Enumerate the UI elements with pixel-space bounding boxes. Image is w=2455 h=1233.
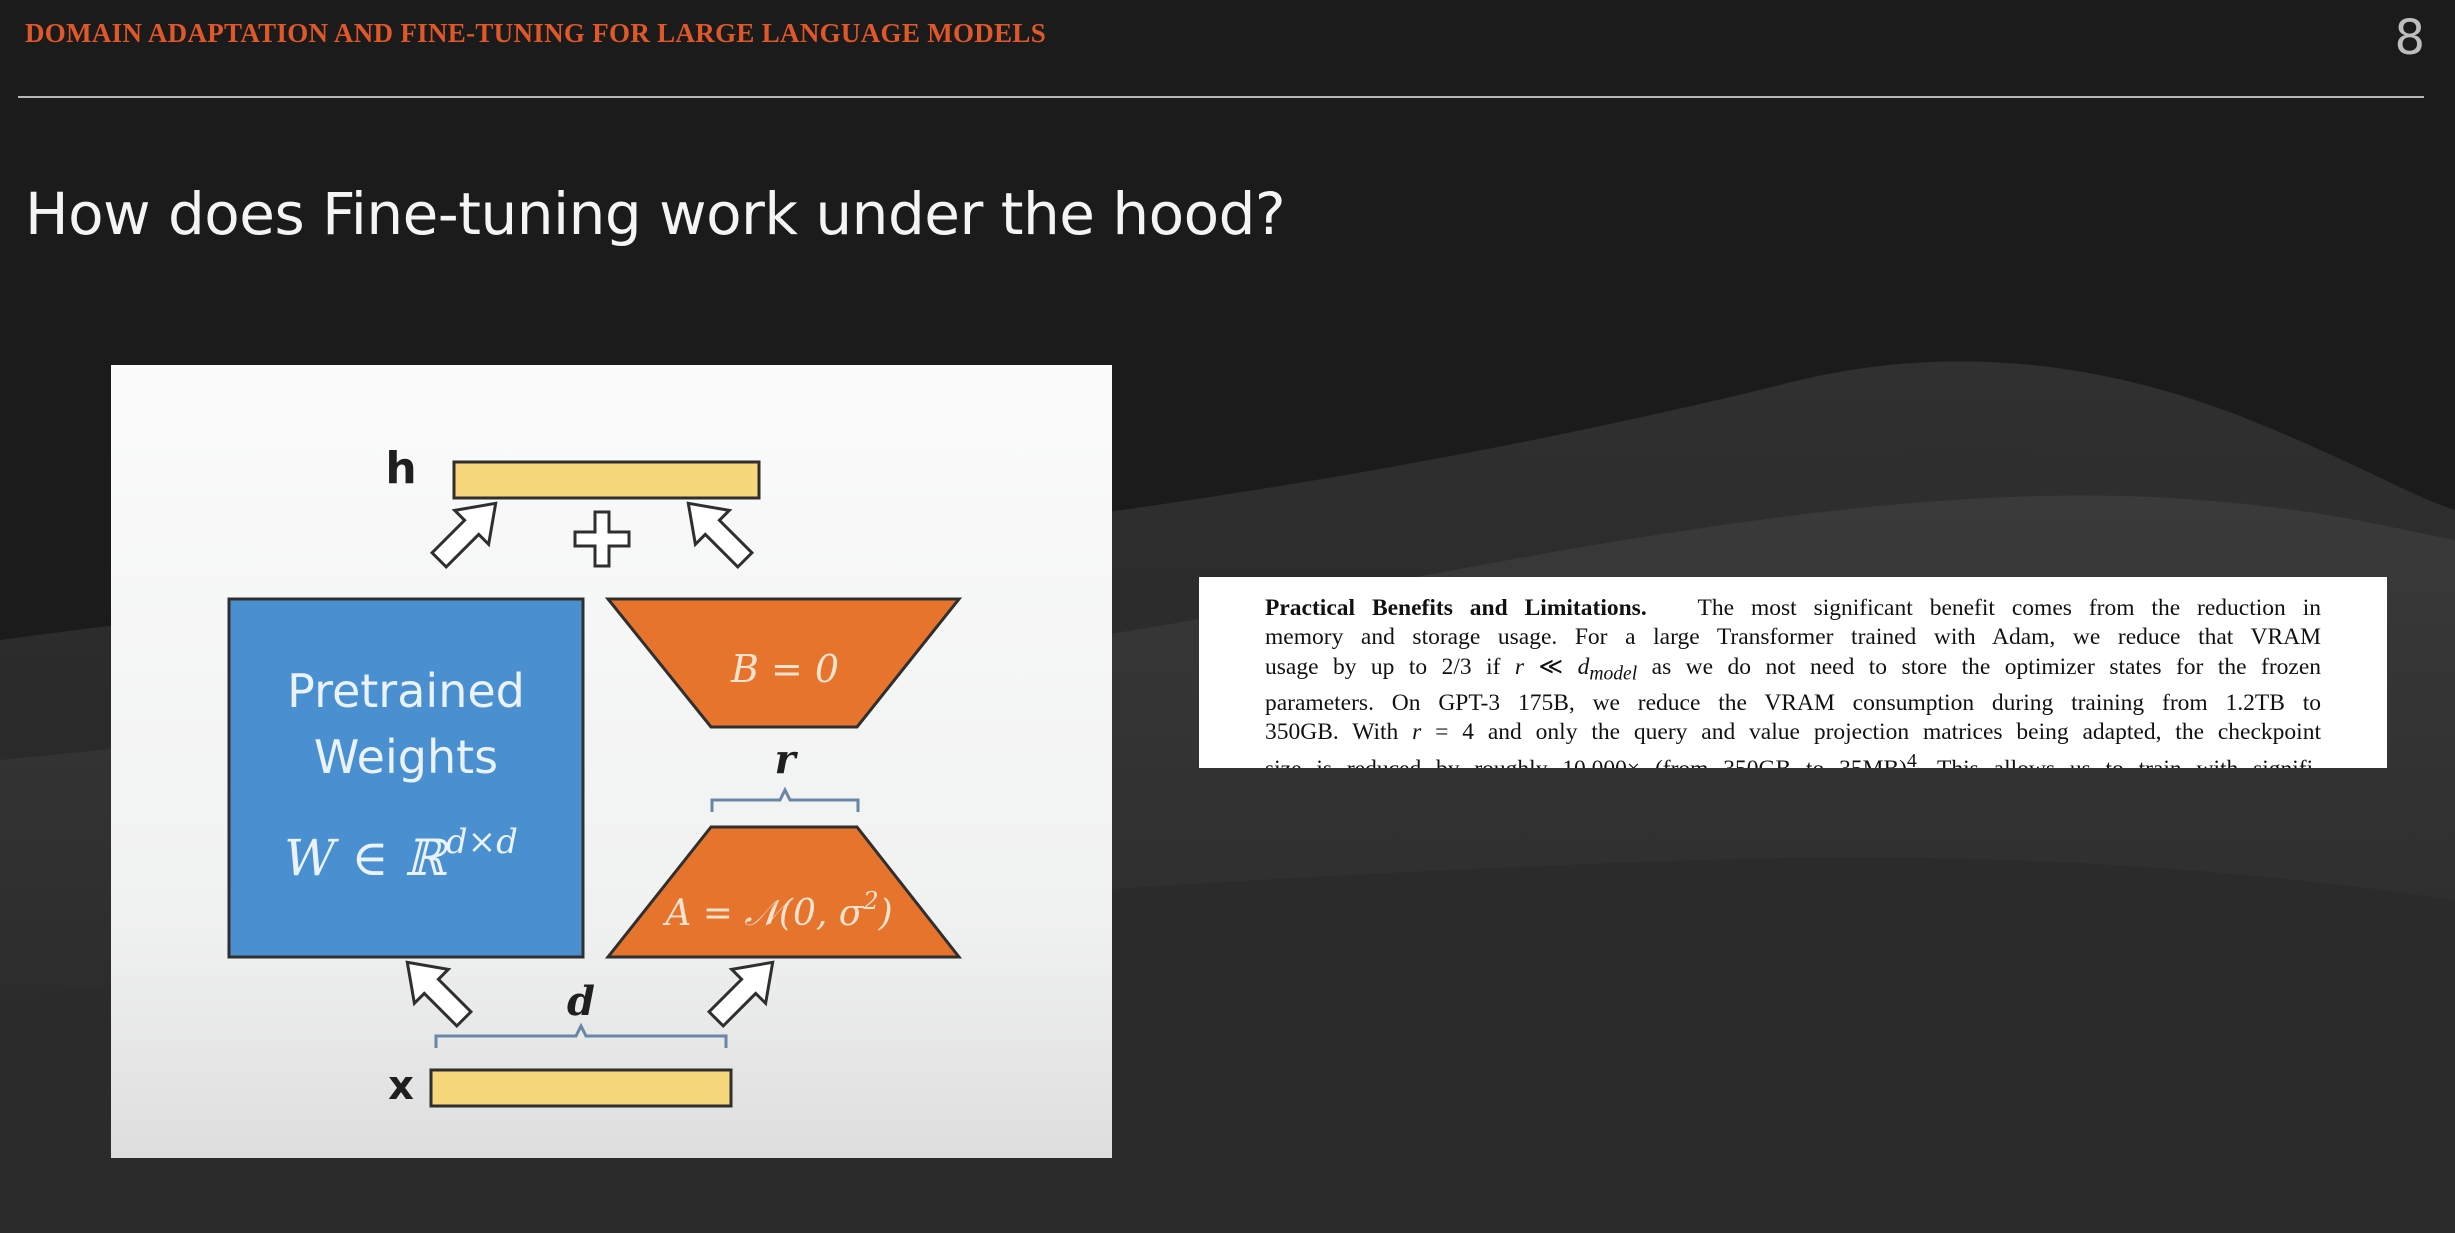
excerpt-sub-model: model (1589, 663, 1638, 685)
excerpt-text-6b: . This allows us to train with signifi- (1917, 756, 2321, 768)
excerpt-line-6: size is reduced by roughly 10,000× (from… (1265, 747, 2321, 768)
page-number: 8 (2394, 10, 2425, 66)
dim-bracket (434, 1022, 728, 1048)
weights-formula-main: W ∈ ℝ (284, 829, 449, 887)
excerpt-line-1: Practical Benefits and Limitations. The … (1265, 594, 2321, 623)
excerpt-text-6a: size is reduced by roughly 10,000× (from… (1265, 756, 1907, 768)
input-vector-x (429, 1068, 733, 1108)
matrix-a (604, 825, 963, 959)
arrow-up-left-icon (686, 501, 755, 570)
excerpt-text-3a: usage by up to 2/3 if (1265, 653, 1515, 680)
excerpt-text-5b: = 4 and only the query and value project… (1421, 718, 2321, 745)
excerpt-text-3b: ≪ (1524, 653, 1578, 680)
excerpt-var-r: r (1514, 653, 1525, 680)
matrix-b-label: B = 0 (730, 647, 839, 691)
header-divider (18, 96, 2424, 98)
excerpt-line-4: parameters. On GPT-3 175B, we reduce the… (1265, 689, 2321, 716)
excerpt-text-3c: as we do not need to store the optimizer… (1637, 653, 2322, 680)
weights-label-line2: Weights (314, 730, 498, 784)
label-d: d (567, 978, 595, 1025)
excerpt-text-5a: 350GB. With (1265, 718, 1413, 745)
label-x: x (388, 1063, 414, 1109)
excerpt-var-d: d (1577, 653, 1590, 680)
label-h: h (385, 443, 416, 494)
output-vector-h (452, 460, 761, 500)
arrow-up-right-icon (429, 501, 498, 570)
weights-formula-sup: d×d (446, 822, 518, 862)
matrix-a-label-sup: 2 (862, 887, 878, 915)
arrow-in-left-icon (405, 960, 474, 1029)
excerpt-var-r2: r (1412, 718, 1422, 745)
excerpt-heading: Practical Benefits and Limitations. (1265, 595, 1647, 621)
slide-title: How does Fine-tuning work under the hood… (25, 180, 1286, 248)
excerpt-text-1: The most significant benefit comes from … (1697, 595, 2321, 621)
matrix-a-label-close: ) (878, 893, 893, 934)
plus-icon (573, 510, 631, 568)
excerpt-line-3: usage by up to 2/3 if r ≪ dmodel as we d… (1265, 653, 2321, 689)
rank-bracket (710, 786, 860, 812)
lora-diagram-svg: h Pretrained Weights W ∈ ℝd×d B = 0 r A … (227, 443, 963, 1109)
slide-header: DOMAIN ADAPTATION AND FINE-TUNING FOR LA… (25, 18, 1047, 48)
excerpt-line-5: 350GB. With r = 4 and only the query and… (1265, 718, 2321, 747)
label-r: r (774, 736, 798, 783)
excerpt-line-2: memory and storage usage. For a large Tr… (1265, 624, 2321, 651)
excerpt-footnote-mark: 4 (1906, 751, 1917, 768)
paper-excerpt: Practical Benefits and Limitations. The … (1199, 577, 2387, 768)
weights-label-line1: Pretrained (287, 664, 525, 718)
arrow-in-right-icon (706, 960, 775, 1029)
matrix-a-label: A = 𝒩(0, σ2) (662, 887, 892, 934)
lora-diagram: h Pretrained Weights W ∈ ℝd×d B = 0 r A … (111, 365, 1112, 1158)
matrix-a-label-main: A = 𝒩(0, σ (662, 893, 864, 934)
